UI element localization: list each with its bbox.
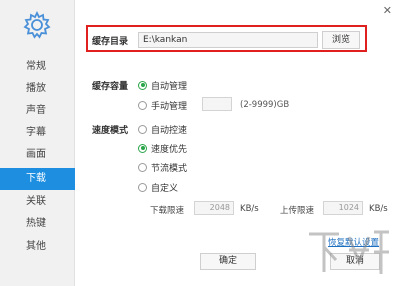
download-limit-unit: KB/s [240,204,259,214]
radio-custom-label: 自定义 [151,183,179,194]
radio-auto-speed-label: 自动控速 [151,125,188,136]
radio-throttle[interactable]: 节流模式 [138,160,187,174]
close-icon[interactable]: ✕ [383,4,392,17]
sidebar-item-picture[interactable]: 画面 [0,144,75,166]
radio-throttle-label: 节流模式 [151,163,188,174]
sidebar-item-general[interactable]: 常规 [0,56,75,78]
ok-button[interactable]: 确定 [200,253,256,270]
sidebar-item-subtitles[interactable]: 字幕 [0,122,75,144]
radio-manual-manage-dot[interactable] [138,100,147,110]
sidebar-item-hotkeys[interactable]: 热键 [0,213,75,235]
radio-custom-dot[interactable] [138,182,147,192]
manual-capacity-hint: (2-9999)GB [240,100,290,110]
cache-dir-input[interactable]: E:\kankan [138,32,318,48]
manual-capacity-input[interactable] [202,97,232,111]
speed-mode-label: 速度模式 [92,126,129,136]
sidebar-item-association[interactable]: 关联 [0,191,75,213]
radio-auto-manage-label: 自动管理 [151,81,188,92]
upload-limit-input[interactable]: 1024 [323,201,363,215]
radio-speed-priority[interactable]: 速度优先 [138,141,187,155]
radio-manual-manage[interactable]: 手动管理 [138,98,187,112]
sidebar-item-playback[interactable]: 播放 [0,78,75,100]
cache-capacity-label: 缓存容量 [92,82,129,92]
radio-custom[interactable]: 自定义 [138,180,178,194]
radio-auto-speed[interactable]: 自动控速 [138,122,187,136]
upload-limit-label: 上传限速 [280,206,315,216]
radio-speed-priority-dot[interactable] [138,143,147,153]
gear-icon [23,10,51,39]
browse-button[interactable]: 浏览 [322,31,360,49]
sidebar-item-download[interactable]: 下载 [0,168,75,190]
radio-speed-priority-label: 速度优先 [151,144,188,155]
radio-throttle-dot[interactable] [138,162,147,172]
download-limit-label: 下载限速 [150,206,185,216]
sidebar: 常规 播放 声音 字幕 画面 下载 关联 热键 其他 [0,0,75,286]
watermark-logo [309,230,389,274]
radio-auto-manage-dot[interactable] [138,80,147,90]
radio-manual-manage-label: 手动管理 [151,101,188,112]
sidebar-item-audio[interactable]: 声音 [0,100,75,122]
radio-auto-manage[interactable]: 自动管理 [138,78,187,92]
download-limit-input[interactable]: 2048 [194,201,234,215]
cache-dir-label: 缓存目录 [92,37,129,47]
radio-auto-speed-dot[interactable] [138,124,147,134]
sidebar-item-other[interactable]: 其他 [0,236,75,258]
upload-limit-unit: KB/s [369,204,388,214]
